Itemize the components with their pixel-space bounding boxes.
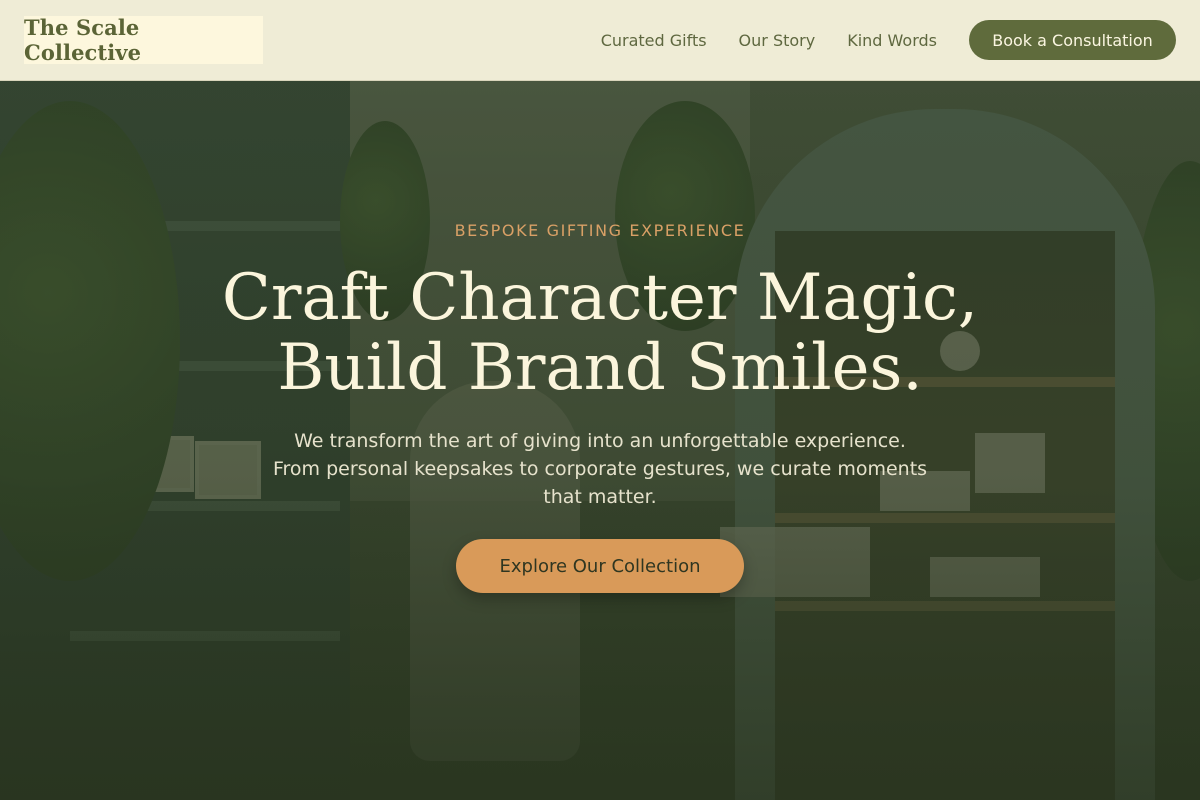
nav-link-kind-words[interactable]: Kind Words bbox=[847, 31, 937, 50]
hero-section: BESPOKE GIFTING EXPERIENCE Craft Charact… bbox=[0, 81, 1200, 800]
book-consultation-button[interactable]: Book a Consultation bbox=[969, 20, 1176, 60]
explore-collection-button[interactable]: Explore Our Collection bbox=[456, 539, 744, 593]
hero-subtext: We transform the art of giving into an u… bbox=[272, 430, 928, 508]
nav-link-our-story[interactable]: Our Story bbox=[739, 31, 816, 50]
brand-logo[interactable]: The Scale Collective bbox=[24, 15, 263, 65]
hero-eyebrow: BESPOKE GIFTING EXPERIENCE bbox=[454, 221, 746, 240]
hero-headline-line-2: Build Brand Smiles. bbox=[277, 331, 923, 405]
hero-headline: Craft Character Magic, Build Brand Smile… bbox=[0, 263, 1200, 403]
site-header: The Scale Collective Curated Gifts Our S… bbox=[0, 0, 1200, 81]
landing-page: The Scale Collective Curated Gifts Our S… bbox=[0, 0, 1200, 800]
hero-headline-line-1: Craft Character Magic, bbox=[221, 261, 979, 335]
main-nav: Curated Gifts Our Story Kind Words Book … bbox=[601, 20, 1176, 60]
nav-link-curated-gifts[interactable]: Curated Gifts bbox=[601, 31, 707, 50]
